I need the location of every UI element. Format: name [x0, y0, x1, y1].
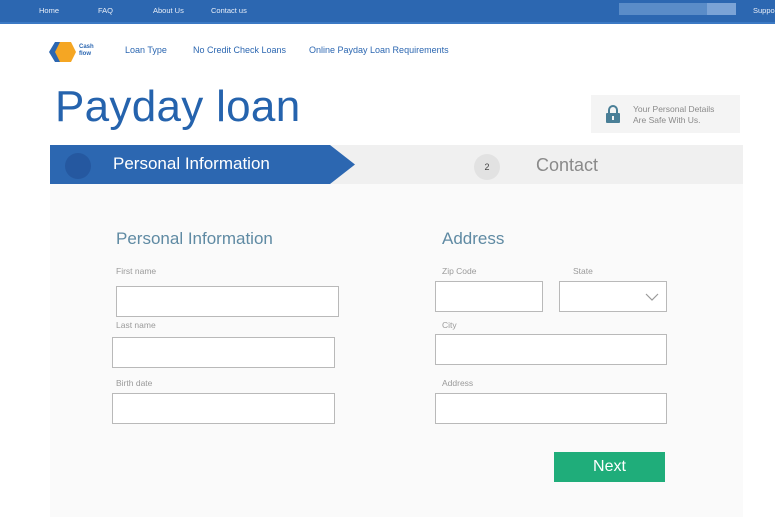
address-label: Address	[442, 378, 474, 388]
brand-name: Cash flow	[79, 44, 94, 58]
first-name-input[interactable]	[116, 286, 339, 317]
subnav-link-no-credit-check-loans[interactable]: No Credit Check Loans	[193, 45, 286, 55]
brand-name-line2: flow	[79, 51, 91, 57]
security-notice-text: Your Personal Details Are Safe With Us.	[633, 104, 714, 125]
city-input[interactable]	[435, 334, 667, 365]
zip-code-label: Zip Code	[442, 266, 477, 276]
nav-link-home[interactable]: Home	[39, 6, 59, 15]
subnav-link-payday-loan-requirements[interactable]: Online Payday Loan Requirements	[309, 45, 449, 55]
nav-link-contact-us[interactable]: Contact us	[211, 6, 247, 15]
nav-link-faq[interactable]: FAQ	[98, 6, 113, 15]
state-label: State	[573, 266, 593, 276]
address-input[interactable]	[435, 393, 667, 424]
step-1-label: Personal Information	[113, 154, 270, 173]
search-input[interactable]	[619, 3, 707, 15]
step-2-label[interactable]: Contact	[536, 155, 598, 176]
security-notice-line1: Your Personal Details	[633, 104, 715, 114]
nav-link-support[interactable]: Suppo	[753, 6, 775, 15]
next-button[interactable]: Next	[554, 452, 665, 482]
step-2-number-badge: 2	[474, 154, 500, 180]
security-notice-line2: Are Safe With Us.	[633, 114, 701, 125]
hexagon-logo-icon	[49, 42, 76, 62]
step-1-number-badge	[65, 153, 91, 179]
top-navigation-bar: Home FAQ About Us Contact us Suppo	[0, 0, 775, 24]
birth-date-input[interactable]	[112, 393, 335, 424]
nav-link-about-us[interactable]: About Us	[153, 6, 184, 15]
search-button[interactable]	[707, 3, 736, 15]
chevron-down-icon[interactable]	[645, 292, 659, 302]
birth-date-label: Birth date	[116, 378, 153, 388]
page-title: Payday loan	[55, 82, 301, 131]
last-name-input[interactable]	[112, 337, 335, 368]
lock-icon	[606, 105, 620, 123]
subnav-link-loan-type[interactable]: Loan Type	[125, 45, 167, 55]
security-notice: Your Personal Details Are Safe With Us.	[591, 95, 740, 133]
address-section-title: Address	[442, 229, 505, 248]
brand-name-line1: Cash	[79, 44, 94, 50]
city-label: City	[442, 320, 457, 330]
first-name-label: First name	[116, 266, 157, 276]
personal-info-section-title: Personal Information	[116, 229, 273, 248]
last-name-label: Last name	[116, 320, 156, 330]
zip-code-input[interactable]	[435, 281, 543, 312]
